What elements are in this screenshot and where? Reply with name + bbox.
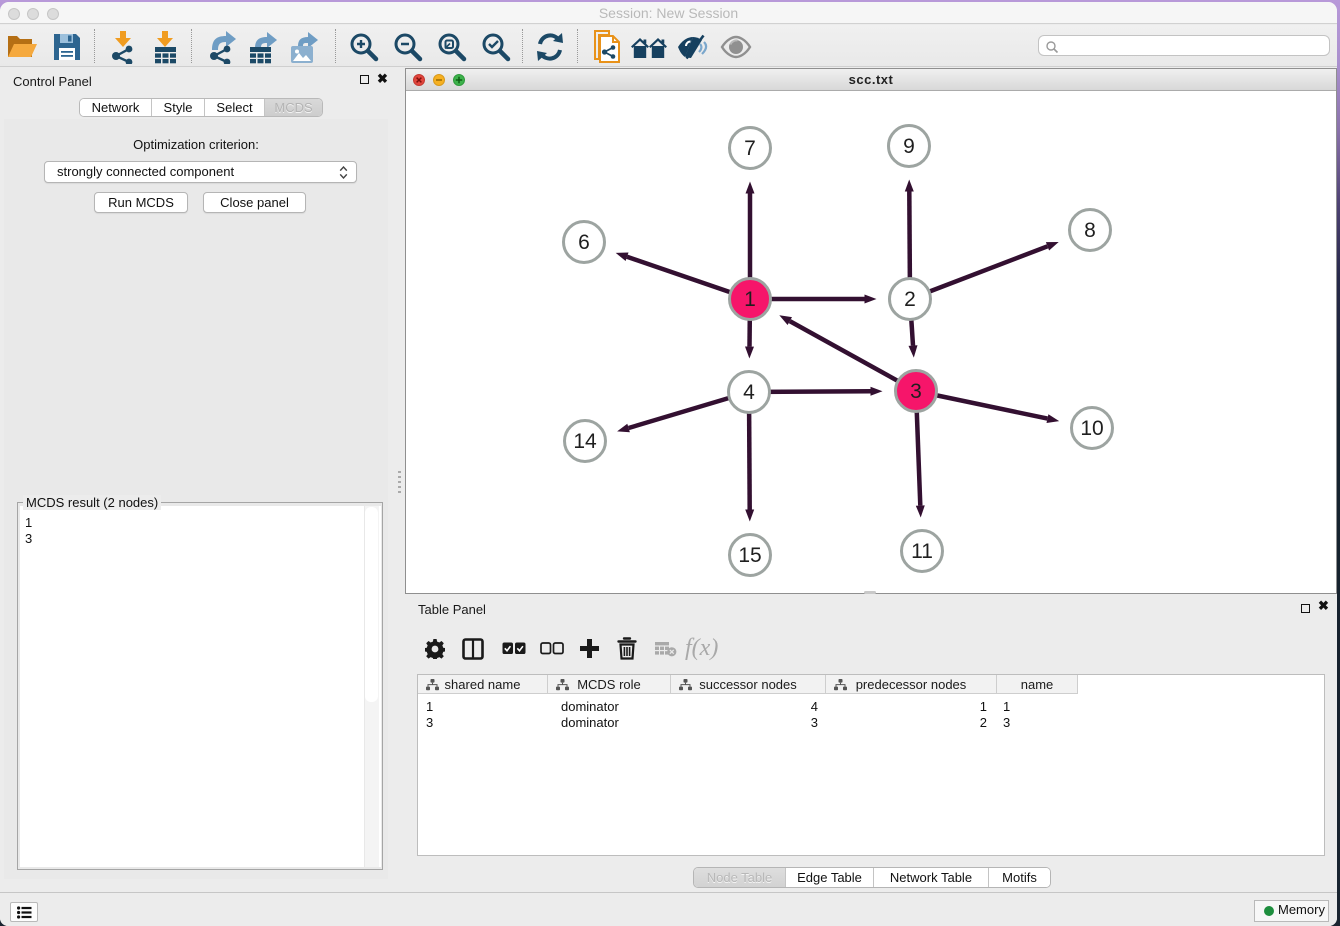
svg-text:9: 9: [903, 135, 915, 158]
svg-text:14: 14: [573, 430, 597, 453]
svg-text:2: 2: [904, 288, 916, 311]
svg-text:6: 6: [578, 231, 590, 254]
svg-text:8: 8: [1084, 219, 1096, 242]
svg-text:10: 10: [1080, 417, 1103, 440]
svg-text:3: 3: [910, 380, 922, 403]
svg-text:11: 11: [911, 540, 933, 563]
svg-text:15: 15: [738, 544, 761, 567]
svg-text:4: 4: [743, 381, 755, 404]
svg-text:7: 7: [744, 137, 756, 160]
svg-text:1: 1: [744, 288, 756, 311]
